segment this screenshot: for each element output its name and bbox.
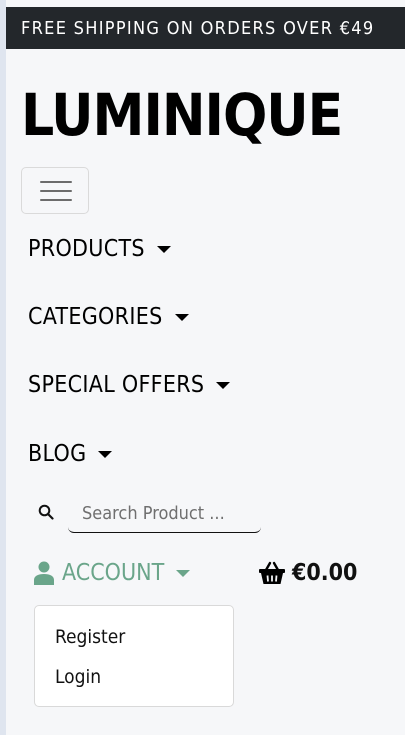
nav-item-label: SPECIAL OFFERS xyxy=(28,372,205,398)
search-input[interactable] xyxy=(68,495,261,533)
menu-toggle-button[interactable] xyxy=(21,167,89,214)
user-icon xyxy=(34,561,54,585)
hamburger-icon-line-top xyxy=(40,181,72,183)
hamburger-icon-line-middle xyxy=(40,190,72,192)
caret-down-icon xyxy=(176,569,191,577)
promo-banner-text: FREE SHIPPING ON ORDERS OVER €49 xyxy=(21,17,375,39)
login-link[interactable]: Login xyxy=(55,666,101,688)
nav-item-categories[interactable]: CATEGORIES xyxy=(28,304,189,330)
basket-icon xyxy=(259,561,285,584)
caret-down-icon xyxy=(216,381,231,389)
nav-item-products[interactable]: PRODUCTS xyxy=(28,236,171,262)
cart-link[interactable]: €0.00 xyxy=(258,560,357,586)
nav-item-blog[interactable]: BLOG xyxy=(28,441,113,467)
cart-total: €0.00 xyxy=(292,560,358,586)
site-logo[interactable]: LUMINIQUE xyxy=(21,80,343,150)
nav-item-label: PRODUCTS xyxy=(28,236,145,262)
account-menu-toggle[interactable]: ACCOUNT xyxy=(34,560,191,586)
register-link[interactable]: Register xyxy=(55,626,125,648)
account-dropdown-menu: Register Login xyxy=(34,605,234,707)
nav-item-label: CATEGORIES xyxy=(28,304,163,330)
promo-banner: FREE SHIPPING ON ORDERS OVER €49 xyxy=(6,7,405,49)
hamburger-icon-line-bottom xyxy=(40,199,72,201)
caret-down-icon xyxy=(156,245,171,253)
account-label: ACCOUNT xyxy=(62,560,165,586)
search-icon[interactable] xyxy=(38,504,54,520)
caret-down-icon xyxy=(174,313,189,321)
nav-item-special-offers[interactable]: SPECIAL OFFERS xyxy=(28,372,231,398)
caret-down-icon xyxy=(98,450,113,458)
nav-item-label: BLOG xyxy=(28,441,87,467)
